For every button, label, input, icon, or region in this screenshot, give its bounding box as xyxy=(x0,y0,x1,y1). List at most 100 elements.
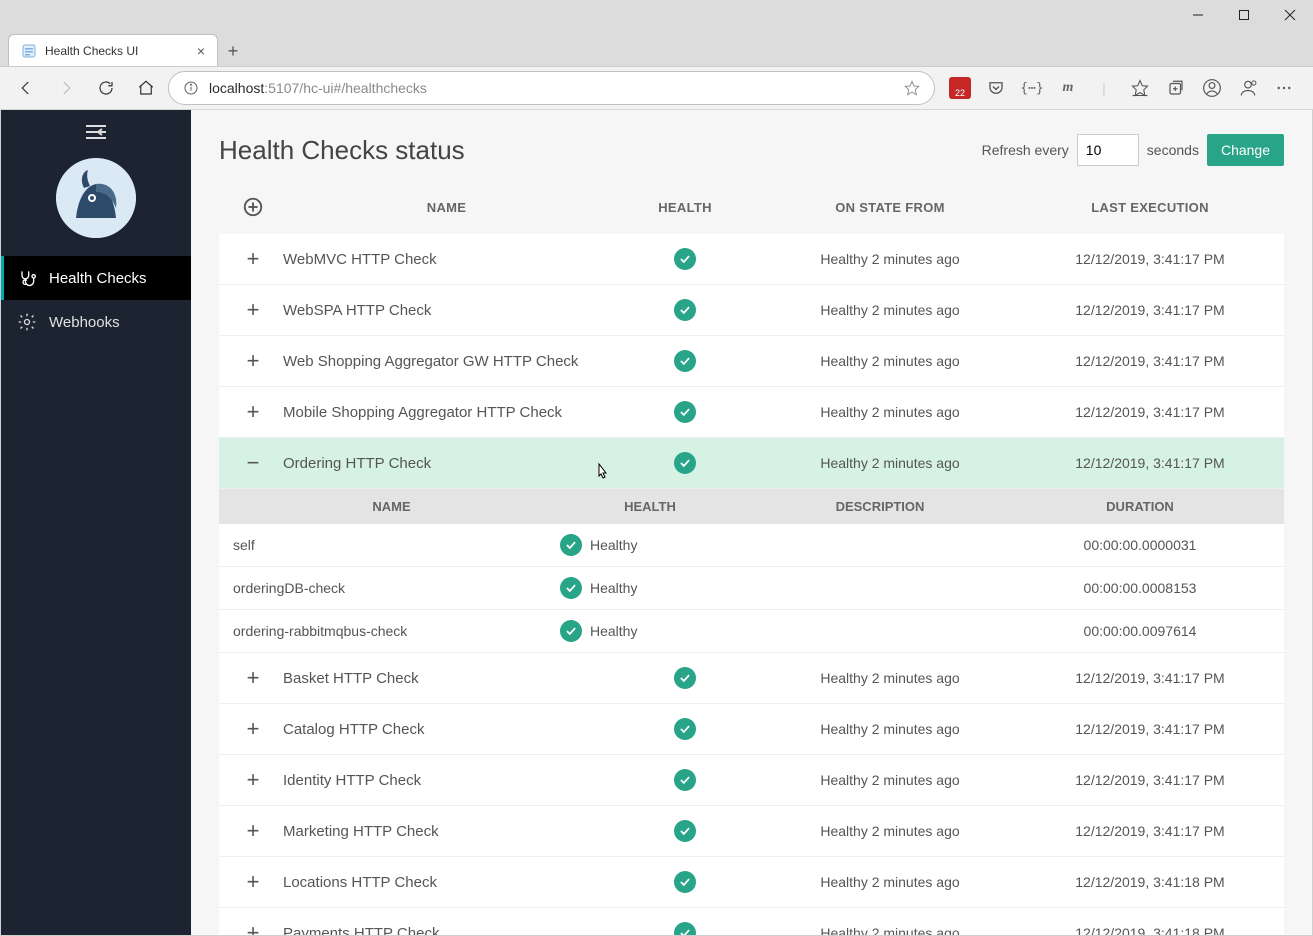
table-row[interactable]: +Locations HTTP CheckHealthy 2 minutes a… xyxy=(219,857,1284,908)
expand-toggle-icon[interactable]: + xyxy=(223,665,283,691)
table-row[interactable]: +WebSPA HTTP CheckHealthy 2 minutes ago1… xyxy=(219,285,1284,336)
row-state: Healthy 2 minutes ago xyxy=(760,670,1020,686)
col-name: NAME xyxy=(283,200,610,215)
check-icon xyxy=(674,871,696,893)
window-minimize-button[interactable] xyxy=(1175,0,1221,30)
row-health xyxy=(610,769,760,791)
url-text: localhost:5107/hc-ui#/healthchecks xyxy=(209,80,894,96)
refresh-button[interactable] xyxy=(88,70,124,106)
avatar xyxy=(1,154,191,256)
table-row[interactable]: +Catalog HTTP CheckHealthy 2 minutes ago… xyxy=(219,704,1284,755)
sub-col-name: NAME xyxy=(233,499,550,514)
tab-close-icon[interactable]: × xyxy=(197,43,205,59)
row-last-execution: 12/12/2019, 3:41:17 PM xyxy=(1020,302,1280,318)
check-icon xyxy=(560,620,582,642)
address-bar[interactable]: localhost:5107/hc-ui#/healthchecks xyxy=(168,71,935,105)
extension-m-icon[interactable]: m xyxy=(1051,71,1085,105)
change-button[interactable]: Change xyxy=(1207,134,1284,166)
expand-toggle-icon[interactable]: + xyxy=(223,246,283,272)
extension-pocket-icon[interactable] xyxy=(979,71,1013,105)
sidebar-item-label: Health Checks xyxy=(49,270,147,287)
forward-button[interactable] xyxy=(48,70,84,106)
row-last-execution: 12/12/2019, 3:41:17 PM xyxy=(1020,353,1280,369)
col-last: LAST EXECUTION xyxy=(1020,200,1280,215)
heart-stethoscope-icon xyxy=(17,268,37,288)
sub-row-name: self xyxy=(233,537,550,553)
favorites-button[interactable] xyxy=(1123,71,1157,105)
page-title: Health Checks status xyxy=(219,135,465,166)
back-button[interactable] xyxy=(8,70,44,106)
expand-toggle-icon[interactable]: + xyxy=(223,767,283,793)
home-button[interactable] xyxy=(128,70,164,106)
row-name: Basket HTTP Check xyxy=(283,670,610,687)
extension-calendar-icon[interactable]: 22 xyxy=(943,71,977,105)
expand-toggle-icon[interactable]: + xyxy=(223,297,283,323)
main-content[interactable]: Health Checks status Refresh every secon… xyxy=(191,110,1312,935)
row-name: Payments HTTP Check xyxy=(283,925,610,936)
sub-row-name: ordering-rabbitmqbus-check xyxy=(233,623,550,639)
sidebar-item-webhooks[interactable]: Webhooks xyxy=(1,300,191,344)
row-health xyxy=(610,871,760,893)
window-maximize-button[interactable] xyxy=(1221,0,1267,30)
browser-tab[interactable]: Health Checks UI × xyxy=(8,34,218,66)
new-tab-button[interactable]: + xyxy=(218,36,248,66)
favorite-star-icon[interactable] xyxy=(904,80,920,96)
row-state: Healthy 2 minutes ago xyxy=(760,251,1020,267)
more-menu-button[interactable] xyxy=(1267,71,1301,105)
row-last-execution: 12/12/2019, 3:41:17 PM xyxy=(1020,670,1280,686)
sidebar: Health Checks Webhooks xyxy=(1,110,191,935)
refresh-label-post: seconds xyxy=(1147,142,1199,158)
row-last-execution: 12/12/2019, 3:41:17 PM xyxy=(1020,455,1280,471)
sidebar-collapse-button[interactable] xyxy=(1,110,191,154)
row-health xyxy=(610,401,760,423)
sub-row: ordering-rabbitmqbus-checkHealthy00:00:0… xyxy=(219,610,1284,653)
expand-toggle-icon[interactable]: + xyxy=(223,348,283,374)
sub-row-health: Healthy xyxy=(550,534,750,556)
table-row[interactable]: −Ordering HTTP CheckHealthy 2 minutes ag… xyxy=(219,438,1284,489)
refresh-interval-input[interactable] xyxy=(1077,134,1139,166)
window-close-button[interactable] xyxy=(1267,0,1313,30)
sub-col-description: DESCRIPTION xyxy=(750,499,1010,514)
table-header-row: NAME HEALTH ON STATE FROM LAST EXECUTION xyxy=(219,184,1284,234)
check-icon xyxy=(560,577,582,599)
refresh-controls: Refresh every seconds Change xyxy=(982,134,1284,166)
expand-toggle-icon[interactable]: + xyxy=(223,399,283,425)
table-row[interactable]: +Payments HTTP CheckHealthy 2 minutes ag… xyxy=(219,908,1284,935)
expand-toggle-icon[interactable]: + xyxy=(223,716,283,742)
table-row[interactable]: +WebMVC HTTP CheckHealthy 2 minutes ago1… xyxy=(219,234,1284,285)
expand-all-icon[interactable] xyxy=(223,196,283,218)
row-health xyxy=(610,452,760,474)
row-health xyxy=(610,922,760,935)
check-icon xyxy=(674,401,696,423)
check-icon xyxy=(674,299,696,321)
expand-toggle-icon[interactable]: − xyxy=(223,450,283,476)
sub-row: orderingDB-checkHealthy00:00:00.0008153 xyxy=(219,567,1284,610)
table-row[interactable]: +Basket HTTP Check Healthy 2 minutes ago1… xyxy=(219,653,1284,704)
site-info-icon[interactable] xyxy=(183,80,199,96)
sub-col-duration: DURATION xyxy=(1010,499,1270,514)
row-health xyxy=(610,299,760,321)
gear-icon xyxy=(17,312,37,332)
collections-button[interactable] xyxy=(1159,71,1193,105)
check-icon xyxy=(674,922,696,935)
expand-toggle-icon[interactable]: + xyxy=(223,869,283,895)
table-row[interactable]: +Web Shopping Aggregator GW HTTP CheckHe… xyxy=(219,336,1284,387)
expand-toggle-icon[interactable]: + xyxy=(223,920,283,935)
row-health xyxy=(610,718,760,740)
extension-divider: | xyxy=(1087,71,1121,105)
sub-row-health: Healthy xyxy=(550,577,750,599)
browser-tabbar: Health Checks UI × + xyxy=(0,30,1313,66)
extension-braces-icon[interactable]: {⋯} xyxy=(1015,71,1049,105)
healthchecks-table: NAME HEALTH ON STATE FROM LAST EXECUTION… xyxy=(219,184,1284,935)
sidebar-item-health-checks[interactable]: Health Checks xyxy=(1,256,191,300)
table-row[interactable]: +Marketing HTTP CheckHealthy 2 minutes a… xyxy=(219,806,1284,857)
row-state: Healthy 2 minutes ago xyxy=(760,721,1020,737)
check-icon xyxy=(674,248,696,270)
profile-alt-button[interactable] xyxy=(1231,71,1265,105)
tab-favicon-icon xyxy=(21,43,37,59)
profile-button[interactable] xyxy=(1195,71,1229,105)
check-icon xyxy=(560,534,582,556)
table-row[interactable]: +Mobile Shopping Aggregator HTTP CheckHe… xyxy=(219,387,1284,438)
expand-toggle-icon[interactable]: + xyxy=(223,818,283,844)
table-row[interactable]: +Identity HTTP CheckHealthy 2 minutes ag… xyxy=(219,755,1284,806)
